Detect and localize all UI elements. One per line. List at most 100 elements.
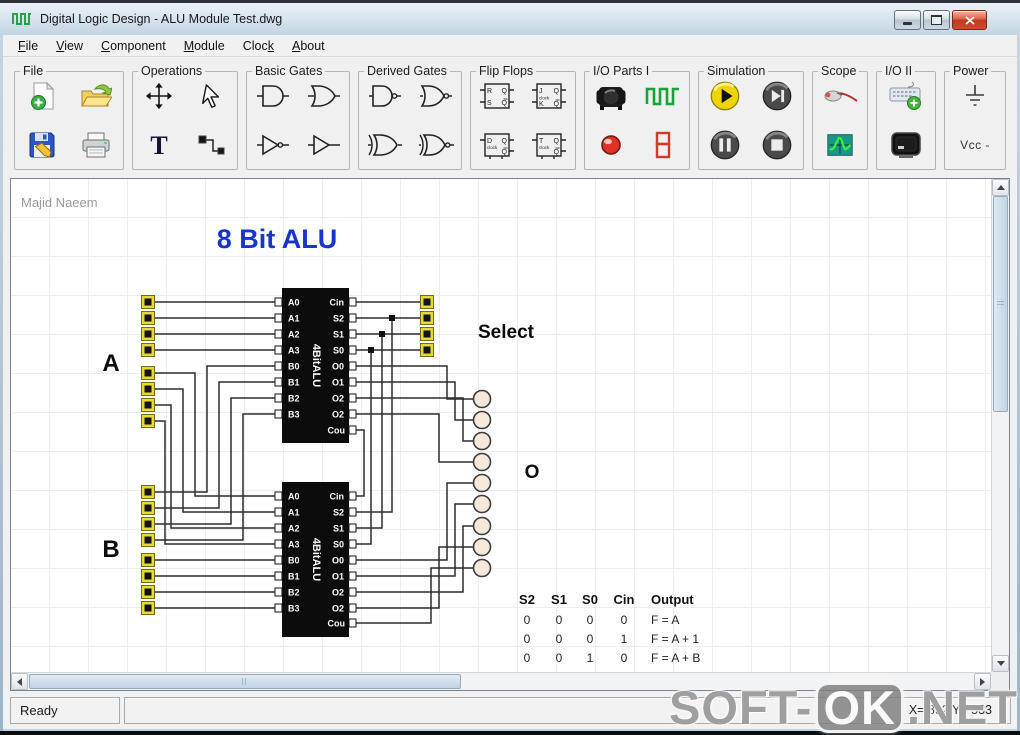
stop-button[interactable]: [754, 124, 800, 166]
truth-table-cell: F = A: [651, 613, 679, 627]
input-pin-switch[interactable]: [421, 312, 434, 325]
close-button[interactable]: [952, 10, 987, 30]
input-pin-switch[interactable]: [421, 296, 434, 309]
keyboard-button[interactable]: [883, 75, 929, 117]
d-flipflop-button[interactable]: DQQclock: [474, 124, 520, 166]
print-icon: [80, 131, 112, 159]
vertical-scrollbar[interactable]: [991, 179, 1009, 672]
xor-gate-button[interactable]: [362, 124, 408, 166]
svg-text:S1: S1: [333, 524, 344, 534]
output-led: [474, 391, 491, 408]
ground-button[interactable]: [952, 75, 998, 117]
input-pin-switch[interactable]: [142, 554, 155, 567]
scroll-left-button[interactable]: [11, 673, 28, 690]
oscilloscope-button[interactable]: [817, 124, 863, 166]
or-gate-button[interactable]: [301, 75, 347, 117]
svg-text:B1: B1: [288, 378, 300, 388]
maximize-button[interactable]: [923, 10, 950, 30]
svg-text:O1: O1: [332, 378, 344, 388]
chip-pin-A3: [275, 346, 282, 354]
input-pin-switch[interactable]: [142, 602, 155, 615]
svg-text:O0: O0: [332, 362, 344, 372]
not-gate-button[interactable]: [250, 124, 296, 166]
and-gate-button[interactable]: [250, 75, 296, 117]
input-pin-switch[interactable]: [142, 415, 155, 428]
toolbar-group-label: Scope: [818, 64, 859, 78]
rs-flipflop-button[interactable]: RSQQ: [474, 75, 520, 117]
chip-pin-S1: [349, 524, 356, 532]
pause-button[interactable]: [702, 124, 748, 166]
input-pin-switch[interactable]: [142, 570, 155, 583]
alu-chip-1[interactable]: A0A1A2A3B0B1B2B3CinS2S1S0O0O1O2O2Cou4Bit…: [275, 288, 356, 443]
svg-text:O1: O1: [332, 572, 344, 582]
menu-module[interactable]: Module: [175, 36, 234, 56]
input-pin-switch[interactable]: [142, 502, 155, 515]
new-file-button[interactable]: [19, 75, 65, 117]
wire-tool-button[interactable]: [188, 124, 234, 166]
input-pin-switch[interactable]: [421, 344, 434, 357]
menu-clock[interactable]: Clock: [234, 36, 283, 56]
truth-table-cell: 1: [621, 632, 628, 646]
svg-text:T: T: [150, 131, 167, 159]
input-pin-switch[interactable]: [142, 312, 155, 325]
seven-segment-button[interactable]: [640, 124, 686, 166]
vcc-button[interactable]: Vcc -: [952, 124, 998, 166]
push-button-button[interactable]: [588, 75, 634, 117]
watermark-left: SOFT-: [669, 680, 812, 735]
text-tool-button[interactable]: T: [136, 124, 182, 166]
chip-pin-O2: [349, 604, 356, 612]
nor-gate-button[interactable]: [413, 75, 459, 117]
svg-text:Q: Q: [502, 138, 508, 145]
buffer-gate-button[interactable]: [301, 124, 347, 166]
d-flipflop-icon: DQQclock: [477, 130, 517, 160]
input-pin-switch[interactable]: [142, 586, 155, 599]
save-file-button[interactable]: [19, 124, 65, 166]
menu-file[interactable]: File: [9, 36, 47, 56]
input-pin-switch[interactable]: [142, 367, 155, 380]
step-button[interactable]: [754, 75, 800, 117]
select-tool-button[interactable]: [188, 75, 234, 117]
input-pin-switch[interactable]: [142, 296, 155, 309]
menu-component[interactable]: Component: [92, 36, 175, 56]
input-pin-switch[interactable]: [142, 383, 155, 396]
wire: [155, 382, 275, 508]
jk-flipflop-button[interactable]: JKQQclock: [526, 75, 572, 117]
input-pin-switch[interactable]: [142, 328, 155, 341]
menu-about[interactable]: About: [283, 36, 334, 56]
chip-label: 4BitALU: [310, 344, 322, 387]
svg-text:clock: clock: [539, 96, 550, 101]
buffer-gate-icon: [307, 133, 341, 157]
play-button[interactable]: [702, 75, 748, 117]
input-pin-switch[interactable]: [142, 399, 155, 412]
input-pin-switch[interactable]: [142, 518, 155, 531]
print-button[interactable]: [73, 124, 119, 166]
input-pin-switch[interactable]: [142, 534, 155, 547]
alu-chip-2[interactable]: A0A1A2A3B0B1B2B3CinS2S1S0O0O1O2O2Cou4Bit…: [275, 482, 356, 637]
move-tool-button[interactable]: [136, 75, 182, 117]
chip-pin-B0: [275, 362, 282, 370]
minimize-button[interactable]: [894, 10, 921, 30]
scroll-down-button[interactable]: [992, 655, 1009, 672]
schematic-canvas[interactable]: A0A1A2A3B0B1B2B3CinS2S1S0O0O1O2O2Cou4Bit…: [11, 179, 991, 672]
input-pin-switch[interactable]: [142, 344, 155, 357]
terminal-button[interactable]: [883, 124, 929, 166]
clock-signal-button[interactable]: [640, 75, 686, 117]
probe-button[interactable]: [817, 75, 863, 117]
t-flipflop-button[interactable]: TQQclock: [526, 124, 572, 166]
vertical-scroll-thumb[interactable]: [993, 196, 1008, 412]
menu-view[interactable]: View: [47, 36, 92, 56]
input-pin-switch[interactable]: [421, 328, 434, 341]
xnor-gate-button[interactable]: [413, 124, 459, 166]
svg-text:S2: S2: [333, 314, 344, 324]
chip-pin-A0: [275, 492, 282, 500]
scroll-up-button[interactable]: [992, 179, 1009, 196]
wire: [356, 414, 473, 462]
nand-gate-button[interactable]: [362, 75, 408, 117]
input-pin-switch[interactable]: [142, 486, 155, 499]
truth-table-cell: 0: [587, 632, 594, 646]
led-button[interactable]: [588, 124, 634, 166]
svg-text:Q: Q: [502, 149, 508, 156]
wire: [356, 504, 473, 576]
open-file-button[interactable]: [73, 75, 119, 117]
horizontal-scroll-thumb[interactable]: [29, 674, 461, 689]
